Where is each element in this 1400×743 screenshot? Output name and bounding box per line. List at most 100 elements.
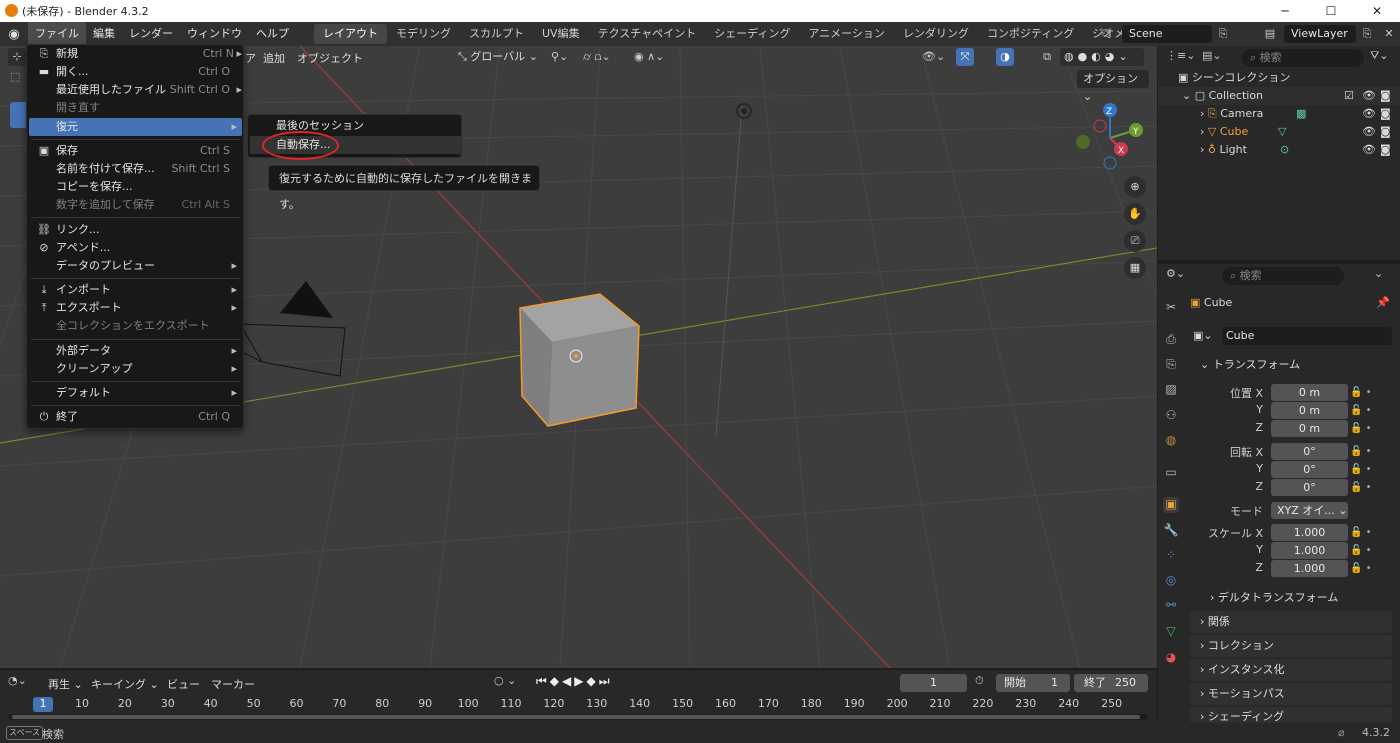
collection-row[interactable]: ⌄ ▢ Collection ☑ 👁 ◙ [1158, 87, 1400, 105]
current-frame-field[interactable]: 1 [900, 674, 967, 692]
exclude-checkbox[interactable]: ☑ [1344, 87, 1354, 105]
lock-icon[interactable]: 🔓 • [1350, 420, 1372, 438]
cube-object[interactable] [519, 293, 640, 427]
outliner-item-light[interactable]: › ♁ Light ⊙ 👁 ◙ [1158, 141, 1400, 159]
object-tab-icon[interactable]: ▣ [1163, 497, 1179, 513]
render-camera-icon[interactable]: ◙ [1380, 105, 1391, 123]
chevron-down-icon[interactable]: ⌄ [1182, 89, 1195, 102]
delta-transform-subpanel[interactable]: › デルタトランスフォーム [1210, 589, 1390, 607]
menu-item-save[interactable]: ▣ 保存 Ctrl S [29, 142, 242, 160]
world-tab-icon[interactable]: ◍ [1163, 433, 1179, 449]
menu-render[interactable]: レンダー [122, 22, 180, 46]
properties-editor-icon[interactable]: ⚙⌄ [1166, 267, 1194, 285]
lock-icon[interactable]: 🔓 • [1350, 402, 1372, 420]
scene-tab-icon[interactable]: ⚇ [1163, 408, 1179, 424]
menu-item-save-copy[interactable]: コピーを保存... [29, 178, 242, 196]
pin-icon[interactable]: 📌 [1376, 294, 1390, 312]
menu-file[interactable]: ファイル [28, 22, 86, 46]
eye-icon[interactable]: 👁 [1362, 105, 1376, 123]
rotation-y-field[interactable]: 0° [1271, 461, 1348, 478]
keying-menu[interactable]: キーイング ⌄ [91, 676, 159, 692]
menu-item-recent[interactable]: 最近使用したファイル Shift Ctrl O ▸ [29, 81, 242, 99]
tab-modeling[interactable]: モデリング [387, 24, 460, 44]
render-camera-icon[interactable]: ◙ [1380, 87, 1391, 105]
menu-item-export[interactable]: ⤒ エクスポート ▸ [29, 299, 242, 317]
camera-view-icon[interactable]: ⎚ [1124, 230, 1146, 252]
constraints-tab-icon[interactable]: ⚯ [1163, 598, 1179, 614]
location-y-field[interactable]: 0 m [1271, 402, 1348, 419]
remove-viewlayer-icon[interactable]: ✕ [1380, 25, 1398, 43]
end-frame-field[interactable]: 終了 250 [1074, 674, 1148, 692]
proportional-edit-icon[interactable]: ◉ ∧⌄ [634, 47, 680, 67]
overlay-toggle-icon[interactable]: ◑ [996, 48, 1014, 66]
collection-tab-icon[interactable]: ▭ [1163, 465, 1179, 481]
camera-data-icon[interactable]: ▩ [1296, 105, 1306, 123]
outliner-item-camera[interactable]: › ⎘ Camera ▩ 👁 ◙ [1158, 105, 1400, 123]
properties-search-input[interactable]: ⌕ 検索 [1222, 267, 1344, 285]
close-button[interactable]: ✕ [1354, 0, 1400, 22]
new-scene-icon[interactable]: ⎘ [1214, 25, 1232, 43]
scale-y-field[interactable]: 1.000 [1271, 542, 1348, 559]
visibility-icon[interactable]: 👁⌄ [922, 47, 952, 67]
relations-panel[interactable]: › 関係 [1190, 611, 1392, 633]
tool-tab-icon[interactable]: ✂ [1163, 300, 1179, 316]
collections-panel[interactable]: › コレクション [1190, 635, 1392, 657]
tab-rendering[interactable]: レンダリング [894, 24, 978, 44]
lock-icon[interactable]: 🔓 • [1350, 443, 1372, 461]
zoom-icon[interactable]: ⊕ [1124, 176, 1146, 198]
light-object[interactable] [736, 103, 752, 119]
playback-controls[interactable]: ⏮◆◀▶◆⏭ [536, 674, 644, 692]
pan-hand-icon[interactable]: ✋ [1124, 203, 1146, 225]
timeline-scrollbar[interactable] [8, 714, 1148, 720]
auto-keying-icon[interactable]: ○ ⌄ [494, 674, 526, 692]
transform-orientation-dropdown[interactable]: ⤡ グローバル ⌄ [458, 47, 544, 67]
location-z-field[interactable]: 0 m [1271, 420, 1348, 437]
viewlayer-icon[interactable]: ▤ [1258, 24, 1282, 44]
eye-icon[interactable]: 👁 [1362, 141, 1376, 159]
scale-x-field[interactable]: 1.000 [1271, 524, 1348, 541]
chevron-right-icon[interactable]: › [1200, 125, 1208, 138]
motion-paths-panel[interactable]: › モーションパス [1190, 683, 1392, 705]
view-menu[interactable]: ビュー [167, 676, 200, 692]
light-data-icon[interactable]: ⊙ [1280, 141, 1289, 159]
blender-menu-icon[interactable]: ◉ [0, 27, 28, 42]
pivot-icon[interactable]: ⚲⌄ [551, 47, 581, 67]
tab-uv[interactable]: UV編集 [533, 24, 589, 44]
filter-icon[interactable]: ⛛⌄ [1370, 49, 1396, 67]
tab-layout[interactable]: レイアウト [314, 24, 387, 44]
maximize-button[interactable]: ☐ [1308, 0, 1354, 22]
outliner-search-input[interactable]: ⌕ 検索 [1242, 49, 1364, 67]
marker-menu[interactable]: マーカー [211, 676, 255, 692]
menu-item-open[interactable]: ▬ 開く... Ctrl O [29, 63, 242, 81]
xray-icon[interactable]: ⧉ [1038, 48, 1056, 66]
modifier-tab-icon[interactable]: 🔧 [1163, 523, 1179, 539]
output-tab-icon[interactable]: ⎘ [1163, 357, 1179, 373]
display-mode-icon[interactable]: ▤⌄ [1202, 49, 1230, 67]
menu-item-recover[interactable]: 復元 ▸ [29, 118, 242, 136]
chevron-down-icon[interactable]: ⌄ [1374, 267, 1394, 285]
tab-animation[interactable]: アニメーション [799, 24, 894, 44]
scene-icon[interactable]: ⚇ [1095, 24, 1117, 44]
menu-item-data-previews[interactable]: データのプレビュー ▸ [29, 257, 242, 275]
scale-z-field[interactable]: 1.000 [1271, 560, 1348, 577]
render-camera-icon[interactable]: ◙ [1380, 141, 1391, 159]
eye-icon[interactable]: 👁 [1362, 123, 1376, 141]
data-tab-icon[interactable]: ▽ [1163, 624, 1179, 640]
view-menu-fragment[interactable]: ア [245, 50, 256, 66]
lock-icon[interactable]: 🔓 • [1350, 560, 1372, 578]
eye-icon[interactable]: 👁 [1362, 87, 1376, 105]
rotation-x-field[interactable]: 0° [1271, 443, 1348, 460]
menu-add[interactable]: 追加 [263, 50, 285, 66]
snap-icon[interactable]: ⌭ ⩍⌄ [583, 47, 629, 67]
scene-field[interactable]: Scene [1122, 25, 1212, 43]
new-viewlayer-icon[interactable]: ⎘ [1358, 25, 1376, 43]
menu-item-defaults[interactable]: デフォルト ▸ [29, 384, 242, 402]
menu-item-save-as[interactable]: 名前を付けて保存... Shift Ctrl S [29, 160, 242, 178]
editor-type-icon[interactable]: ⊹ [8, 48, 26, 66]
playback-menu[interactable]: 再生 ⌄ [48, 676, 83, 692]
menu-item-new[interactable]: ⎘ 新規 Ctrl N ▸ [29, 45, 242, 63]
lock-icon[interactable]: 🔓 • [1350, 461, 1372, 479]
chevron-right-icon[interactable]: › [1200, 107, 1208, 120]
menu-item-quit[interactable]: ⏻ 終了 Ctrl Q [29, 408, 242, 426]
menu-edit[interactable]: 編集 [86, 22, 122, 46]
